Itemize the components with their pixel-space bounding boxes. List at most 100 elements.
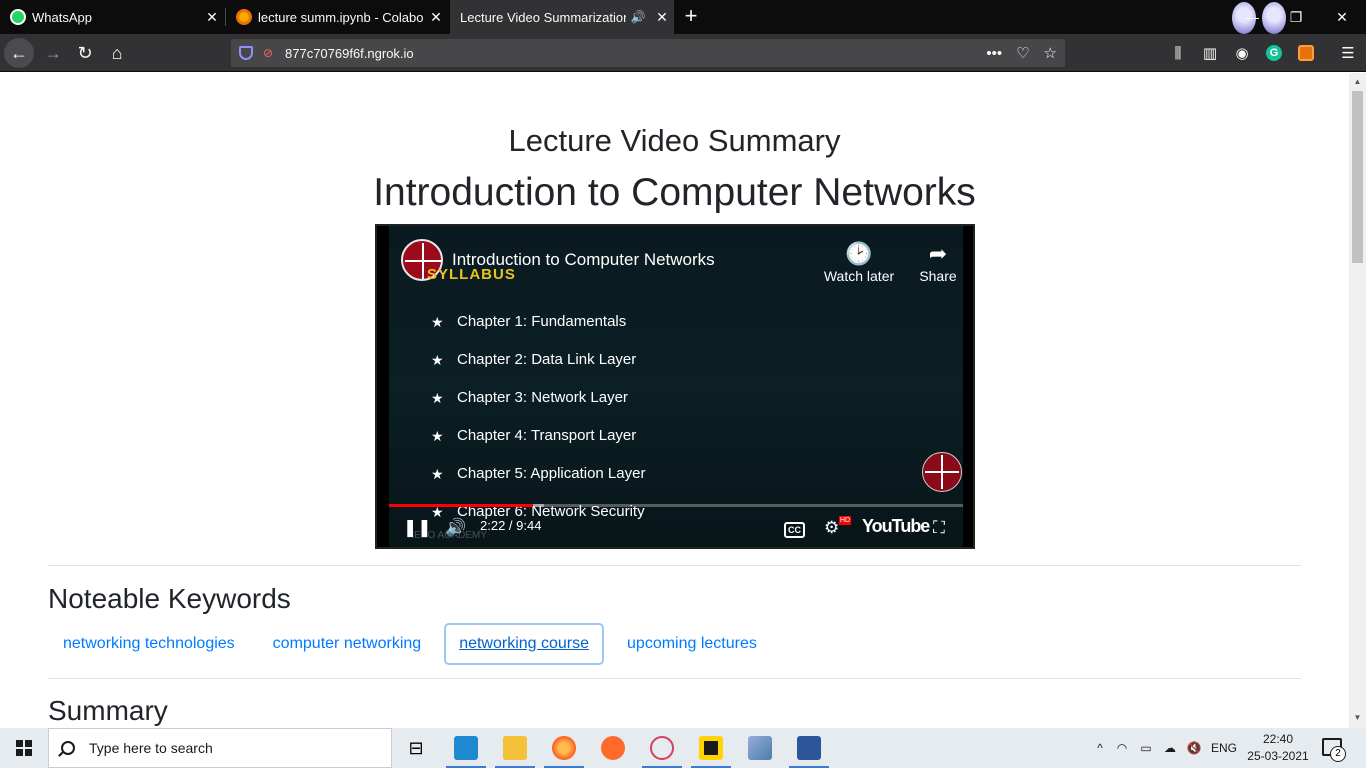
chevron-up-icon[interactable]: ^ <box>1090 741 1110 755</box>
video-progress-bar[interactable] <box>389 504 963 507</box>
fullscreen-icon[interactable]: ⛶ <box>933 516 945 540</box>
watch-later-button[interactable]: 🕑 Watch later <box>814 240 904 284</box>
firefox-icon[interactable] <box>540 728 588 768</box>
video-frame[interactable]: Introduction to Computer Networks SYLLAB… <box>389 226 963 547</box>
start-button[interactable] <box>0 728 48 768</box>
chapter-label: Chapter 4: Transport Layer <box>457 427 637 444</box>
vscode-icon[interactable] <box>442 728 490 768</box>
scroll-thumb[interactable] <box>1352 91 1363 263</box>
captions-button[interactable]: CC <box>784 516 805 540</box>
tab-label: WhatsApp <box>32 9 92 25</box>
tab-colab[interactable]: lecture summ.ipynb - Colabora ✕ <box>226 0 448 34</box>
notification-count: 2 <box>1330 746 1346 762</box>
divider <box>48 565 1301 566</box>
close-icon[interactable]: ✕ <box>424 9 448 26</box>
page-actions-icon[interactable]: ••• <box>986 45 1002 62</box>
played-bar <box>389 504 534 507</box>
window-close-icon[interactable]: ✕ <box>1320 0 1364 34</box>
menu-icon[interactable]: ☰ <box>1332 34 1364 72</box>
new-tab-button[interactable]: + <box>680 4 702 28</box>
minimize-icon[interactable]: — <box>1230 0 1274 34</box>
channel-watermark-logo[interactable] <box>922 452 962 492</box>
close-icon[interactable]: ✕ <box>650 9 674 26</box>
watch-later-label: Watch later <box>823 268 895 284</box>
sticky-notes-icon[interactable] <box>687 728 735 768</box>
tracking-protection-icon[interactable] <box>239 46 253 60</box>
tab-lecture-video[interactable]: Lecture Video Summarization 🔊 ✕ <box>450 0 674 34</box>
snipping-tool-icon[interactable] <box>638 728 686 768</box>
account-icon[interactable]: ◉ <box>1226 34 1258 72</box>
back-button[interactable]: ← <box>4 38 34 68</box>
home-button[interactable]: ⌂ <box>102 38 132 68</box>
cc-label: CC <box>784 522 805 538</box>
syllabus-heading: SYLLABUS <box>427 266 516 283</box>
youtube-video-player[interactable]: Introduction to Computer Networks SYLLAB… <box>375 224 975 549</box>
keyword-link[interactable]: upcoming lectures <box>612 623 772 665</box>
close-icon[interactable]: ✕ <box>200 9 224 26</box>
language-indicator[interactable]: ENG <box>1206 741 1242 755</box>
task-view-icon[interactable]: ⊟ <box>392 728 440 768</box>
share-arrow-icon: ➦ <box>928 241 948 266</box>
sidebar-icon[interactable]: ▥ <box>1194 34 1226 72</box>
system-tray: ^ ◠ ▭ ☁ 🔇 ENG <box>1090 728 1242 768</box>
scroll-up-icon[interactable]: ▲ <box>1349 75 1366 89</box>
grammarly-icon[interactable]: G <box>1258 34 1290 72</box>
wifi-icon[interactable]: ◠ <box>1110 741 1134 755</box>
scroll-down-icon[interactable]: ▼ <box>1349 711 1366 725</box>
list-item: ★ Chapter 3: Network Layer <box>431 388 645 426</box>
taskbar: Type here to search ⊟ ^ ◠ ▭ ☁ 🔇 ENG 22:4… <box>0 728 1366 768</box>
windows-logo-icon <box>16 740 32 756</box>
list-item: ★ Chapter 1: Fundamentals <box>431 312 645 350</box>
tab-whatsapp[interactable]: WhatsApp ✕ <box>0 0 224 34</box>
tab-label: lecture summ.ipynb - Colabora <box>258 9 424 25</box>
star-icon: ★ <box>431 428 444 444</box>
youtube-logo[interactable]: YouTube <box>862 516 930 537</box>
extension-icon[interactable] <box>1290 34 1322 72</box>
share-label: Share <box>919 268 957 284</box>
page-scrollbar[interactable]: ▲ ▼ <box>1349 73 1366 728</box>
tab-label: Lecture Video Summarization <box>460 9 626 25</box>
volume-muted-icon[interactable]: 🔇 <box>1182 741 1206 755</box>
settings-gear-icon[interactable]: ⚙ <box>824 516 839 540</box>
keyword-link[interactable]: computer networking <box>258 623 437 665</box>
summary-heading: Summary <box>48 695 168 726</box>
word-icon[interactable] <box>785 728 833 768</box>
notes-app-icon[interactable] <box>736 728 784 768</box>
library-icon[interactable]: ⫼ <box>1162 34 1194 72</box>
url-bar[interactable]: ⊘ 877c70769f6f.ngrok.io ••• ♡ ☆ <box>231 39 1065 67</box>
whatsapp-icon <box>10 9 26 25</box>
sublime-icon[interactable] <box>589 728 637 768</box>
battery-icon[interactable]: ▭ <box>1134 741 1158 755</box>
restore-icon[interactable]: ❐ <box>1274 0 1318 34</box>
keyword-link[interactable]: networking technologies <box>48 623 250 665</box>
page-title: Introduction to Computer Networks <box>373 171 976 214</box>
keyword-link[interactable]: networking course <box>444 623 605 665</box>
bookmark-star-icon[interactable]: ☆ <box>1044 44 1057 62</box>
chapter-label: Chapter 1: Fundamentals <box>457 313 627 330</box>
cloud-icon[interactable]: ☁ <box>1158 741 1182 755</box>
taskbar-search-box[interactable]: Type here to search <box>48 728 392 768</box>
star-icon: ★ <box>431 390 444 406</box>
tab-strip: WhatsApp ✕ lecture summ.ipynb - Colabora… <box>0 0 1366 34</box>
reload-button[interactable]: ↻ <box>70 38 100 68</box>
url-text[interactable]: 877c70769f6f.ngrok.io <box>285 46 414 61</box>
list-item: ★ Chapter 4: Transport Layer <box>431 426 645 464</box>
list-item: ★ Chapter 5: Application Layer <box>431 464 645 502</box>
insecure-lock-icon[interactable]: ⊘ <box>263 46 277 60</box>
pocket-icon[interactable]: ♡ <box>1016 44 1029 62</box>
video-time: 2:22 / 9:44 <box>480 518 542 533</box>
volume-icon[interactable]: 🔊 <box>445 516 466 540</box>
keyword-list: networking technologies computer network… <box>48 623 772 665</box>
share-button[interactable]: ➦ Share <box>893 240 983 284</box>
taskbar-clock[interactable]: 22:40 25-03-2021 <box>1244 731 1312 765</box>
speaker-icon[interactable]: 🔊 <box>626 10 650 24</box>
chapter-label: Chapter 2: Data Link Layer <box>457 351 637 368</box>
pause-button[interactable]: ❚❚ <box>403 516 432 540</box>
star-icon: ★ <box>431 314 444 330</box>
clock-date: 25-03-2021 <box>1247 749 1309 763</box>
hd-badge: HD <box>839 516 852 525</box>
file-explorer-icon[interactable] <box>491 728 539 768</box>
keywords-heading: Noteable Keywords <box>48 583 291 614</box>
forward-button[interactable]: → <box>38 38 68 68</box>
page-subtitle: Lecture Video Summary <box>508 123 841 158</box>
